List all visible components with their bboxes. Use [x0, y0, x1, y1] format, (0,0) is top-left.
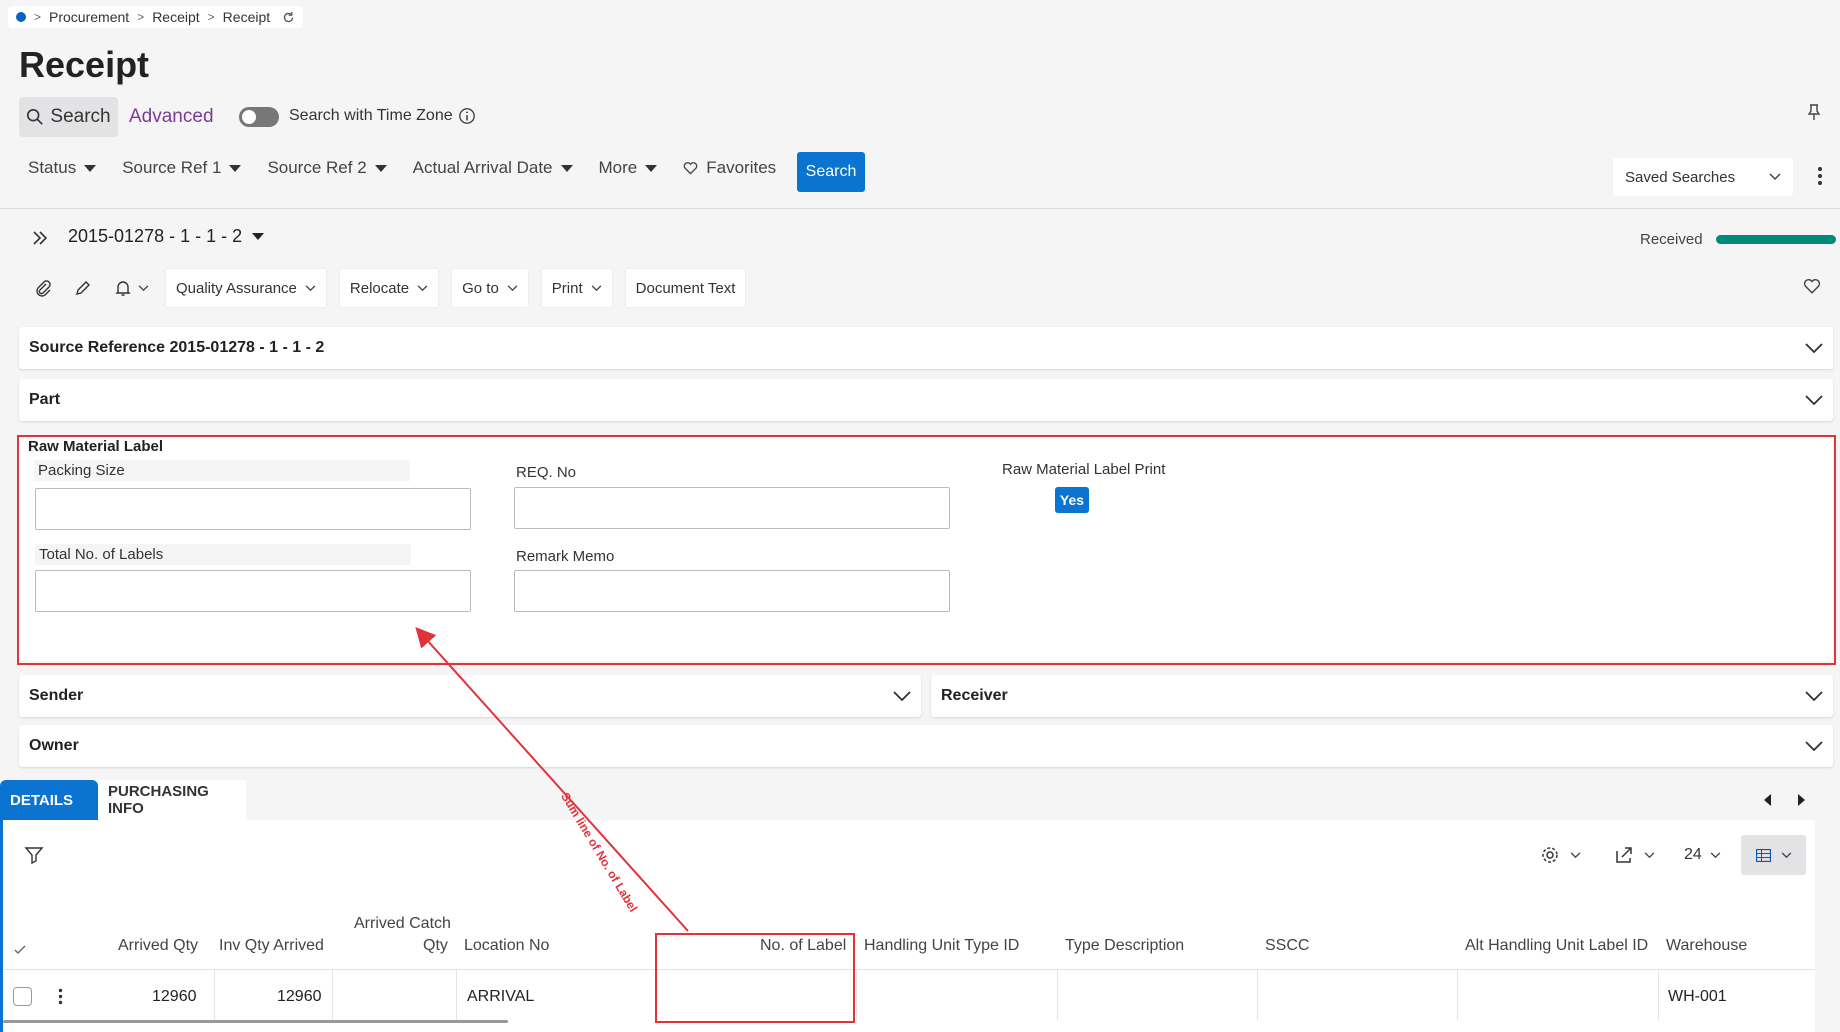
- annotation-arrow: [415, 627, 689, 932]
